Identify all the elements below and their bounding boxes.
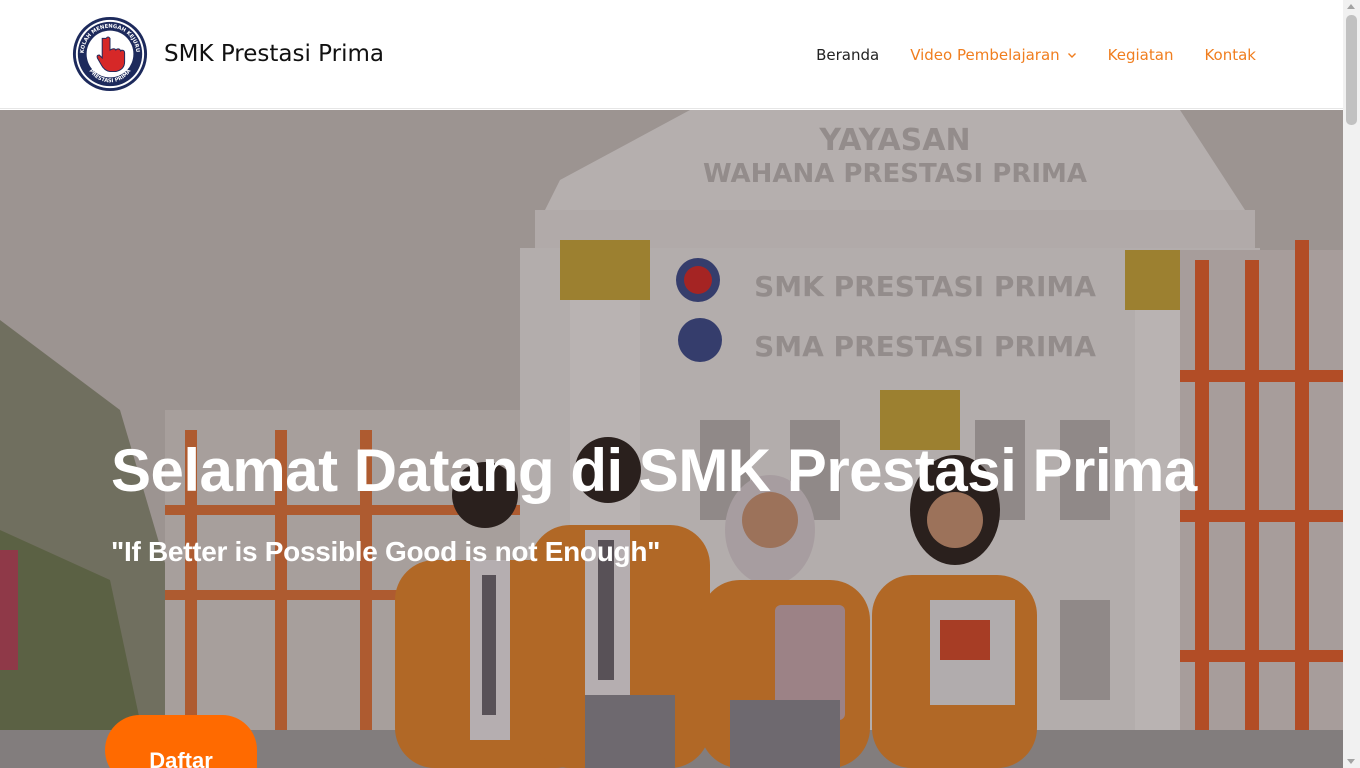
site-brand-link[interactable]: SEKOLAH MENENGAH KEJURUAN PRESTASI PRIMA… — [71, 15, 384, 93]
page-scrollbar[interactable] — [1343, 0, 1360, 768]
nav-item-video-pembelajaran[interactable]: Video Pembelajaran — [910, 46, 1076, 64]
nav-item-kontak[interactable]: Kontak — [1204, 46, 1256, 64]
school-logo-icon: SEKOLAH MENENGAH KEJURUAN PRESTASI PRIMA — [71, 15, 148, 92]
nav-item-label: Beranda — [816, 45, 880, 64]
hero-subtitle: "If Better is Possible Good is not Enoug… — [111, 536, 661, 567]
hero-section: YAYASAN WAHANA PRESTASI PRIMA SMK PRESTA… — [0, 110, 1343, 768]
scrollbar-thumb[interactable] — [1346, 15, 1357, 125]
daftar-button[interactable]: Daftar — [105, 715, 257, 768]
nav-item-kegiatan[interactable]: Kegiatan — [1108, 46, 1174, 64]
scroll-up-arrow-icon[interactable] — [1347, 4, 1355, 9]
scroll-down-arrow-icon[interactable] — [1347, 759, 1355, 764]
nav-item-label: Kontak — [1204, 45, 1256, 64]
nav-item-label: Kegiatan — [1107, 45, 1174, 64]
main-nav: Beranda Video Pembelajaran Kegiatan Kont… — [785, 0, 1256, 109]
hero-title: Selamat Datang di SMK Prestasi Prima — [111, 437, 1197, 504]
page: SEKOLAH MENENGAH KEJURUAN PRESTASI PRIMA… — [0, 0, 1343, 768]
site-header: SEKOLAH MENENGAH KEJURUAN PRESTASI PRIMA… — [0, 0, 1343, 109]
chevron-down-icon — [1067, 52, 1076, 58]
nav-item-beranda[interactable]: Beranda — [816, 46, 879, 64]
nav-item-label: Video Pembelajaran — [910, 45, 1060, 64]
site-title: SMK Prestasi Prima — [164, 41, 384, 67]
